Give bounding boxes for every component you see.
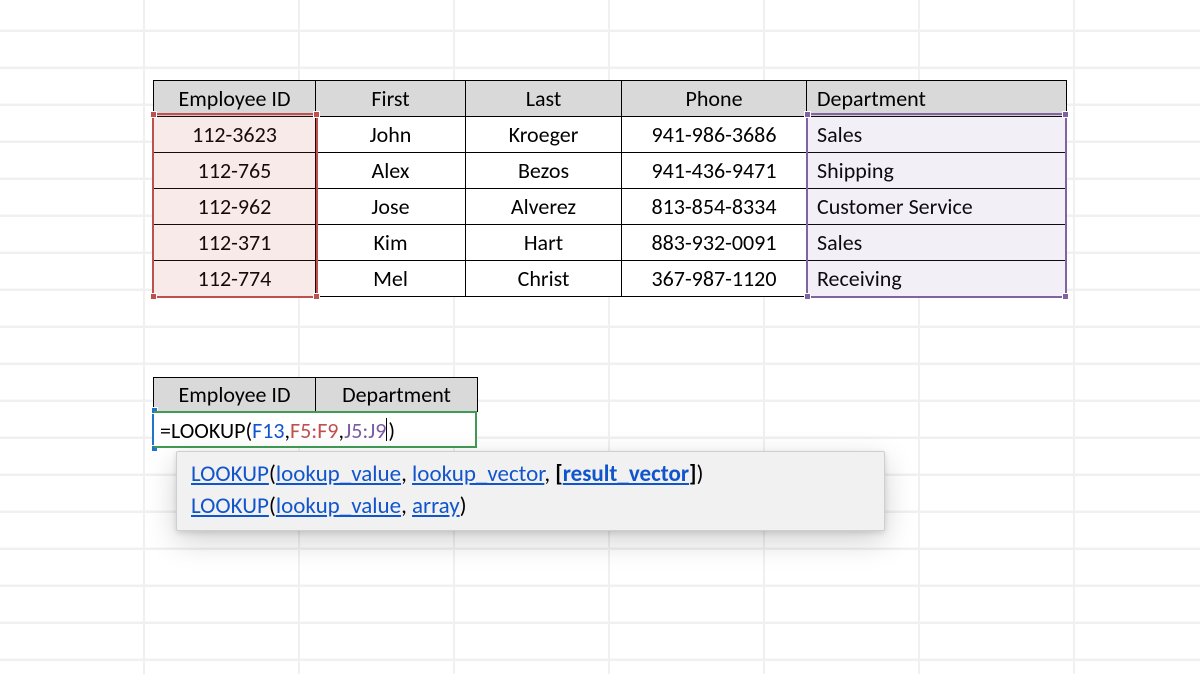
tooltip-paren: ) — [697, 460, 704, 488]
cell-id[interactable]: 112-962 — [154, 189, 316, 225]
header-first[interactable]: First — [316, 81, 466, 117]
formula-text-suffix: ) — [388, 417, 395, 444]
table-row: 112-3623 John Kroeger 941-986-3686 Sales — [154, 117, 1067, 153]
cell-dept[interactable]: Sales — [807, 117, 1067, 153]
employee-table: Employee ID First Last Phone Department … — [153, 80, 1067, 297]
cell-phone[interactable]: 941-986-3686 — [622, 117, 807, 153]
tooltip-fn-name: LOOKUP — [191, 492, 269, 520]
tooltip-arg-array: array — [412, 492, 460, 520]
cell-id[interactable]: 112-371 — [154, 225, 316, 261]
cell-dept[interactable]: Receiving — [807, 261, 1067, 297]
header-last[interactable]: Last — [466, 81, 622, 117]
table-row: 112-765 Alex Bezos 941-436-9471 Shipping — [154, 153, 1067, 189]
tooltip-signature-1[interactable]: LOOKUP(lookup_value, lookup_vector, [res… — [191, 458, 870, 490]
header-department[interactable]: Department — [807, 81, 1067, 117]
table-header-row: Employee ID Department — [154, 378, 478, 412]
table-row: 112-371 Kim Hart 883-932-0091 Sales — [154, 225, 1067, 261]
tooltip-paren: ) — [460, 492, 467, 520]
tooltip-paren: ( — [269, 492, 276, 520]
tooltip-arg-lookup-value: lookup_value — [276, 492, 401, 520]
cell-dept[interactable]: Customer Service — [807, 189, 1067, 225]
lookup-table: Employee ID Department — [153, 377, 478, 412]
cell-first[interactable]: Kim — [316, 225, 466, 261]
cell-last[interactable]: Alverez — [466, 189, 622, 225]
cell-phone[interactable]: 941-436-9471 — [622, 153, 807, 189]
header-phone[interactable]: Phone — [622, 81, 807, 117]
tooltip-fn-name: LOOKUP — [191, 460, 269, 488]
cell-phone[interactable]: 883-932-0091 — [622, 225, 807, 261]
cell-phone[interactable]: 813-854-8334 — [622, 189, 807, 225]
formula-arg-lookup-vector: F5:F9 — [290, 417, 338, 444]
table-header-row: Employee ID First Last Phone Department — [154, 81, 1067, 117]
header-employee-id[interactable]: Employee ID — [154, 81, 316, 117]
tooltip-arg-result-vector: result_vector — [563, 460, 689, 488]
formula-arg-result-vector: J5:J9 — [344, 417, 386, 444]
formula-text-prefix: =LOOKUP( — [160, 417, 252, 444]
tooltip-arg-lookup-value: lookup_value — [276, 460, 401, 488]
cell-last[interactable]: Hart — [466, 225, 622, 261]
cell-phone[interactable]: 367-987-1120 — [622, 261, 807, 297]
table-row: 112-774 Mel Christ 367-987-1120 Receivin… — [154, 261, 1067, 297]
table-row: 112-962 Jose Alverez 813-854-8334 Custom… — [154, 189, 1067, 225]
cell-last[interactable]: Kroeger — [466, 117, 622, 153]
cell-first[interactable]: Jose — [316, 189, 466, 225]
tooltip-paren: ( — [269, 460, 276, 488]
cell-first[interactable]: Mel — [316, 261, 466, 297]
cell-id[interactable]: 112-774 — [154, 261, 316, 297]
tooltip-signature-2[interactable]: LOOKUP(lookup_value, array) — [191, 490, 870, 522]
cell-first[interactable]: Alex — [316, 153, 466, 189]
formula-edit-cell[interactable]: =LOOKUP(F13,F5:F9,J5:J9) — [154, 411, 477, 448]
tooltip-arg-lookup-vector: lookup_vector — [412, 460, 544, 488]
cell-last[interactable]: Christ — [466, 261, 622, 297]
cell-dept[interactable]: Shipping — [807, 153, 1067, 189]
header-department[interactable]: Department — [316, 378, 478, 412]
header-employee-id[interactable]: Employee ID — [154, 378, 316, 412]
cell-last[interactable]: Bezos — [466, 153, 622, 189]
cell-first[interactable]: John — [316, 117, 466, 153]
cell-dept[interactable]: Sales — [807, 225, 1067, 261]
function-tooltip: LOOKUP(lookup_value, lookup_vector, [res… — [176, 451, 885, 531]
formula-arg-lookup-value: F13 — [252, 417, 284, 444]
cell-id[interactable]: 112-765 — [154, 153, 316, 189]
cell-id[interactable]: 112-3623 — [154, 117, 316, 153]
